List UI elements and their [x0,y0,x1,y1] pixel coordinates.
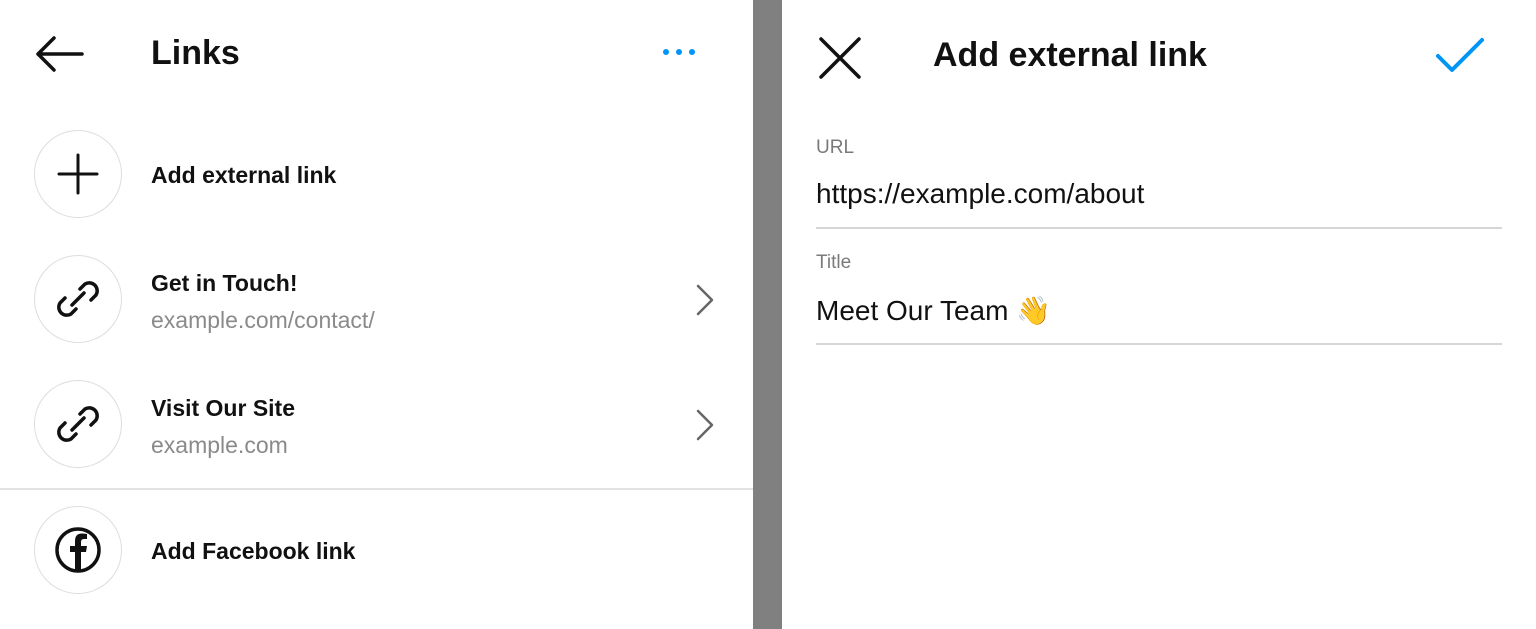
title-label: Title [816,252,852,273]
more-dots-icon [663,49,695,55]
add-facebook-link-item[interactable]: Add Facebook link [0,500,753,604]
section-divider [0,488,753,490]
title-underline [816,343,1502,345]
url-input[interactable] [816,172,1502,216]
facebook-icon [55,527,101,573]
facebook-icon-circle [34,506,122,594]
checkmark-icon [1436,38,1484,72]
list-item-title: Visit Our Site [151,395,296,421]
link-icon [57,281,99,317]
chevron-right-icon [690,405,720,445]
url-label: URL [816,137,855,158]
link-item-get-in-touch[interactable]: Get in Touch! example.com/contact/ [0,250,753,350]
url-underline [816,227,1502,229]
link-icon [57,406,99,442]
confirm-button[interactable] [1430,32,1490,80]
list-item-title: Add Facebook link [151,538,356,564]
title-input[interactable] [816,288,1502,332]
add-external-link-item[interactable]: Add external link [0,125,753,225]
plus-icon [57,153,99,195]
close-button[interactable] [812,30,868,86]
list-item-url: example.com [151,432,288,458]
panel-divider [753,0,782,629]
add-icon-circle [34,130,122,218]
chevron-right-icon [690,280,720,320]
back-button[interactable] [30,32,88,76]
link-icon-circle [34,255,122,343]
arrow-left-icon [36,36,84,72]
list-item-title: Get in Touch! [151,270,298,296]
link-icon-circle [34,380,122,468]
link-item-visit-our-site[interactable]: Visit Our Site example.com [0,375,753,475]
page-title: Add external link [933,36,1207,74]
add-external-link-screen: Add external link URL Title [782,0,1536,629]
more-options-button[interactable] [655,36,703,68]
list-item-url: example.com/contact/ [151,307,375,333]
links-screen: Links Add external link Get in Touch! ex… [0,0,753,629]
list-item-title: Add external link [151,162,337,188]
close-icon [819,37,861,79]
page-title: Links [151,34,240,72]
